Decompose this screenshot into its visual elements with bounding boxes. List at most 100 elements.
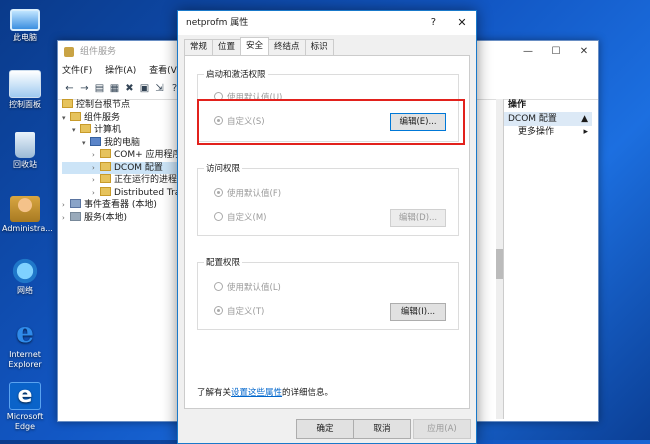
help-link[interactable]: 设置这些属性 xyxy=(231,388,282,398)
desktop-icon-label: Internet Explorer xyxy=(8,350,42,369)
radio-selected-icon xyxy=(214,188,223,197)
actions-selected-item[interactable]: DCOM 配置 ▲ xyxy=(504,112,592,126)
folder-icon xyxy=(100,174,111,183)
group-label: 访问权限 xyxy=(204,162,243,174)
back-icon[interactable]: ← xyxy=(63,82,76,95)
desktop-icon-label: 回收站 xyxy=(13,160,37,169)
radio-icon xyxy=(214,282,223,291)
menu-view[interactable]: 查看(V) xyxy=(149,66,180,76)
access-edit-button[interactable]: 编辑(D)... xyxy=(390,209,446,227)
event-viewer-icon xyxy=(70,199,81,208)
dialog-title-bar: netprofm 属性 ? ✕ xyxy=(178,11,476,35)
chevron-right-icon: ▸ xyxy=(583,127,588,137)
access-permissions-group: 访问权限 使用默认值(F) 自定义(M) 编辑(D)... xyxy=(197,162,459,236)
tab-identity[interactable]: 标识 xyxy=(304,39,334,55)
up-folder-icon[interactable]: ▤ xyxy=(93,82,106,95)
tree-item[interactable]: 控制台根节点 xyxy=(62,99,182,112)
desktop-icon-recycle-bin[interactable]: 回收站 xyxy=(2,132,48,170)
folder-icon xyxy=(100,186,111,196)
services-icon xyxy=(70,211,81,221)
view-icon[interactable]: ▦ xyxy=(108,82,121,95)
access-custom-radio[interactable]: 自定义(M) xyxy=(214,211,266,223)
edge-icon: e xyxy=(9,382,41,410)
desktop-icon-label: 控制面板 xyxy=(9,100,41,109)
help-note: 了解有关设置这些属性的详细信息。 xyxy=(197,388,334,398)
desktop-icon-ie[interactable]: e Internet Explorer xyxy=(2,318,48,370)
tab-location[interactable]: 位置 xyxy=(212,39,242,55)
tree-item[interactable]: ▾ 计算机 xyxy=(62,124,182,137)
chevron-right-icon[interactable]: › xyxy=(92,162,100,175)
recycle-bin-icon xyxy=(15,132,35,158)
chevron-right-icon[interactable]: › xyxy=(62,199,70,212)
desktop-icon-control-panel[interactable]: 控制面板 xyxy=(2,70,48,110)
collapse-icon[interactable]: ▲ xyxy=(581,112,588,126)
desktop-icon-label: Administra... xyxy=(2,224,53,233)
chevron-down-icon[interactable]: ▾ xyxy=(82,137,90,150)
configuration-permissions-group: 配置权限 使用默认值(L) 自定义(T) 编辑(I)... xyxy=(197,256,459,330)
help-button[interactable]: ? xyxy=(431,11,436,35)
tree-item-selected[interactable]: › DCOM 配置 xyxy=(62,161,182,175)
actions-header: 操作 xyxy=(508,100,527,110)
network-icon xyxy=(10,258,40,284)
computer-icon xyxy=(90,136,101,146)
properties-dialog: netprofm 属性 ? ✕ 常规 位置 安全 终结点 标识 启动和激活权限 … xyxy=(177,10,477,444)
desktop-icon-network[interactable]: 网络 xyxy=(2,258,48,296)
radio-icon xyxy=(214,212,223,221)
group-label: 启动和激活权限 xyxy=(204,68,268,80)
tree-item[interactable]: › 事件查看器 (本地) xyxy=(62,199,182,212)
tab-general[interactable]: 常规 xyxy=(184,39,214,55)
cancel-button[interactable]: 取消 xyxy=(353,419,411,439)
tab-security[interactable]: 安全 xyxy=(240,37,270,55)
desktop-icon-label: 此电脑 xyxy=(13,33,37,42)
folder-icon xyxy=(100,149,111,158)
dialog-title: netprofm 属性 xyxy=(186,18,249,28)
tree-item[interactable]: › 服务(本地) xyxy=(62,211,182,225)
actions-more[interactable]: 更多操作 ▸ xyxy=(504,126,592,139)
delete-icon[interactable]: ✖ xyxy=(123,82,136,95)
internet-explorer-icon: e xyxy=(16,316,34,349)
properties-icon[interactable]: ▣ xyxy=(138,82,151,95)
computer-icon xyxy=(10,9,40,31)
actions-pane: 操作 DCOM 配置 ▲ 更多操作 ▸ xyxy=(503,99,592,419)
close-button[interactable]: ✕ xyxy=(570,41,598,63)
highlight-annotation xyxy=(197,99,465,145)
ok-button[interactable]: 确定 xyxy=(296,419,354,439)
chevron-right-icon[interactable]: › xyxy=(62,212,70,225)
minimize-button[interactable]: — xyxy=(514,41,542,63)
tree-item[interactable]: › COM+ 应用程序 xyxy=(62,149,182,162)
chevron-down-icon[interactable]: ▾ xyxy=(62,112,70,125)
folder-icon xyxy=(100,161,111,171)
tab-bar: 常规 位置 安全 终结点 标识 xyxy=(184,37,334,55)
tree-item[interactable]: › 正在运行的进程 xyxy=(62,174,182,187)
dialog-close-button[interactable]: ✕ xyxy=(448,11,476,35)
radio-selected-icon xyxy=(214,306,223,315)
window-controls: — ☐ ✕ xyxy=(514,41,598,63)
console-tree: 控制台根节点 ▾ 组件服务 ▾ 计算机 ▾ 我的电脑 › COM+ 应用程序 › DCOM… xyxy=(62,99,182,224)
maximize-button[interactable]: ☐ xyxy=(542,41,570,63)
chevron-right-icon[interactable]: › xyxy=(92,187,100,200)
config-custom-radio[interactable]: 自定义(T) xyxy=(214,305,264,317)
tree-item[interactable]: › Distributed Tra xyxy=(62,186,182,200)
window-title: 组件服务 xyxy=(80,47,117,57)
menu-action[interactable]: 操作(A) xyxy=(105,66,136,76)
desktop-icon-administrator[interactable]: Administra... xyxy=(2,196,53,234)
tree-item[interactable]: ▾ 组件服务 xyxy=(62,111,182,125)
desktop-icon-edge[interactable]: e Microsoft Edge xyxy=(2,382,48,432)
config-edit-button[interactable]: 编辑(I)... xyxy=(390,303,446,321)
desktop-icon-label: Microsoft Edge xyxy=(6,412,44,431)
access-default-radio[interactable]: 使用默认值(F) xyxy=(214,187,281,199)
chevron-down-icon[interactable]: ▾ xyxy=(72,124,80,137)
config-default-radio[interactable]: 使用默认值(L) xyxy=(214,281,281,293)
menu-file[interactable]: 文件(F) xyxy=(62,66,92,76)
chevron-right-icon[interactable]: › xyxy=(92,149,100,162)
folder-icon xyxy=(62,99,73,108)
tree-item[interactable]: ▾ 我的电脑 xyxy=(62,136,182,150)
tab-endpoints[interactable]: 终结点 xyxy=(268,39,306,55)
desktop-icon-this-pc[interactable]: 此电脑 xyxy=(2,6,48,43)
export-icon[interactable]: ⇲ xyxy=(153,82,166,95)
forward-icon[interactable]: → xyxy=(78,82,91,95)
chevron-right-icon[interactable]: › xyxy=(92,174,100,187)
group-label: 配置权限 xyxy=(204,256,243,268)
component-services-icon xyxy=(64,47,74,57)
apply-button[interactable]: 应用(A) xyxy=(413,419,471,439)
